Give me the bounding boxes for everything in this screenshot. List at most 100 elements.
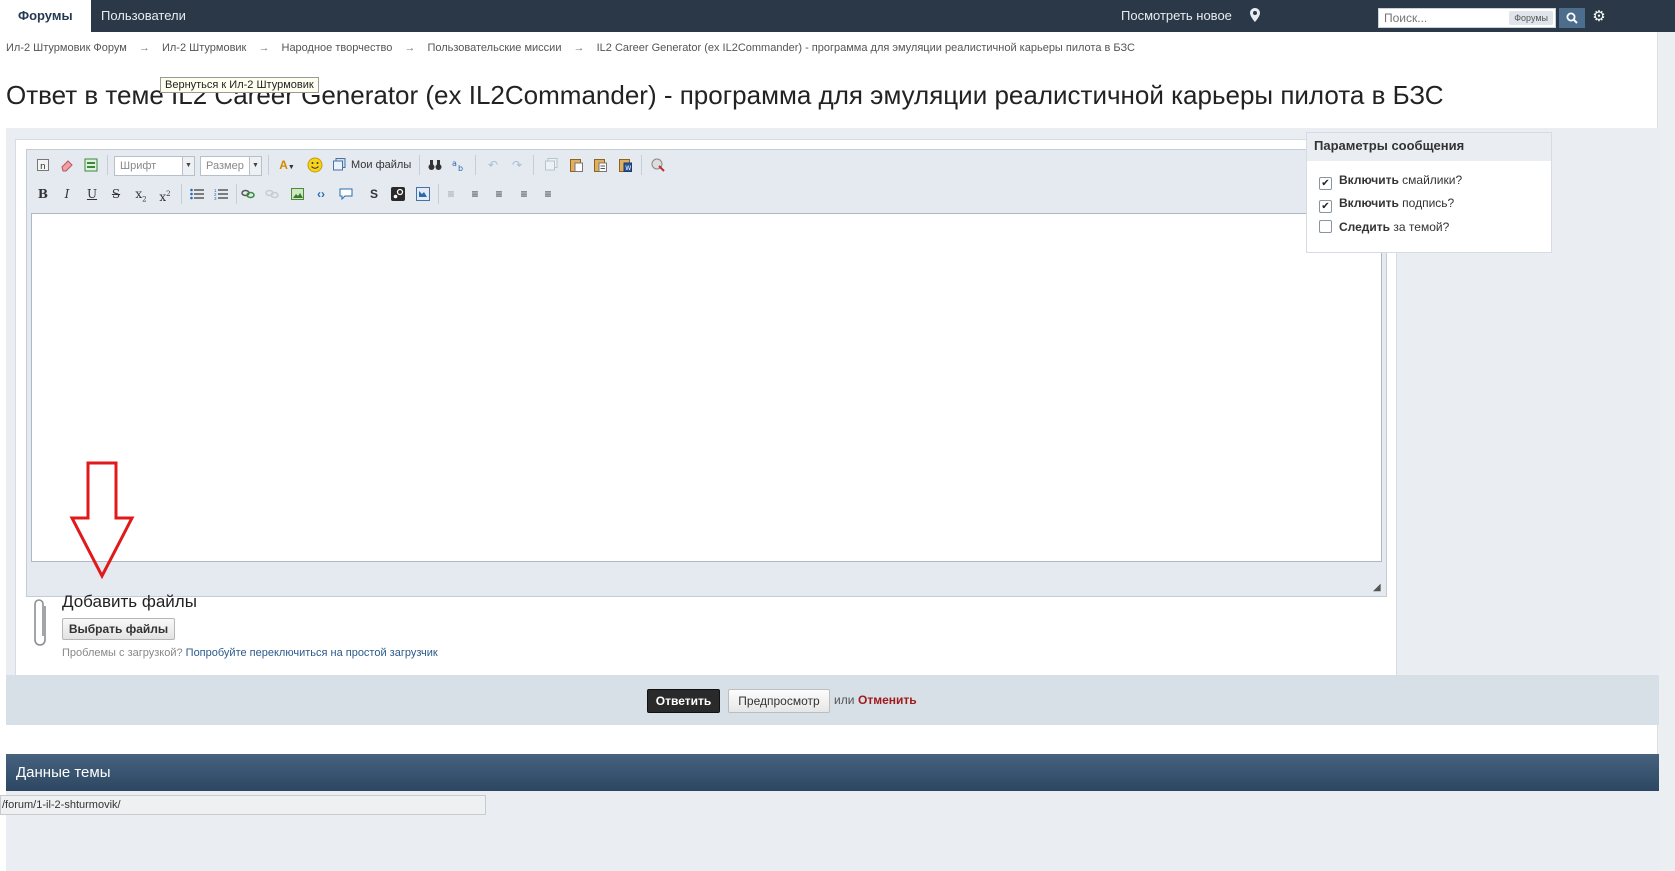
option-label: за темой? xyxy=(1390,220,1450,234)
attachments-title: Добавить файлы xyxy=(62,592,197,611)
gear-icon[interactable]: ⚙ xyxy=(1589,7,1609,27)
bold-icon[interactable]: B xyxy=(33,184,53,204)
breadcrumb-separator: → xyxy=(138,42,150,54)
option-enable-signature[interactable]: ✔ Включить подпись? xyxy=(1319,194,1455,213)
format-block-icon[interactable] xyxy=(81,155,101,175)
subscript-icon[interactable]: x2 xyxy=(131,184,151,204)
breadcrumb-item[interactable]: Народное творчество xyxy=(282,42,393,54)
unlink-icon[interactable] xyxy=(262,184,282,204)
breadcrumb-item[interactable]: Пользовательские миссии xyxy=(427,42,561,54)
paperclip-icon xyxy=(34,599,46,646)
option-label: подпись? xyxy=(1398,196,1455,210)
option-label-bold: Включить xyxy=(1339,173,1399,187)
toolbar-separator xyxy=(533,155,534,175)
source-icon[interactable]: n xyxy=(33,155,53,175)
simple-uploader-link[interactable]: Попробуйте переключиться на простой загр… xyxy=(186,647,438,659)
quote-icon[interactable] xyxy=(336,184,356,204)
search-input[interactable] xyxy=(1379,9,1504,27)
font-select-value: Шрифт xyxy=(120,160,157,172)
post-options-title: Параметры сообщения xyxy=(1307,133,1551,161)
paste-word-icon[interactable]: W xyxy=(615,155,635,175)
paste-text-icon[interactable] xyxy=(590,155,610,175)
search-box: Форумы xyxy=(1378,8,1556,28)
svg-text:b: b xyxy=(458,164,463,172)
option-label-bold: Следить xyxy=(1339,220,1391,234)
breadcrumb-tooltip: Вернуться к Ил-2 Штурмовик xyxy=(160,77,319,93)
font-select[interactable]: Шрифт ▼ xyxy=(114,156,195,176)
chevron-down-icon: ▼ xyxy=(182,157,194,175)
bulleted-list-icon[interactable] xyxy=(187,184,207,204)
tab-users[interactable]: Пользователи xyxy=(83,0,204,32)
search-button[interactable] xyxy=(1559,8,1585,28)
size-select[interactable]: Размер ▼ xyxy=(200,156,262,176)
breadcrumb-item[interactable]: Ил-2 Штурмовик xyxy=(162,42,246,54)
align-center-icon[interactable]: ≡ xyxy=(514,184,534,204)
binoculars-icon[interactable] xyxy=(425,155,445,175)
choose-files-button[interactable]: Выбрать файлы xyxy=(62,618,175,640)
status-bar-url: /forum/1-il-2-shturmovik/ xyxy=(0,795,486,815)
align-right-icon[interactable]: ≡ xyxy=(538,184,558,204)
breadcrumb-item[interactable]: IL2 Career Generator (ex IL2Commander) -… xyxy=(597,42,1135,54)
reply-form: n Шрифт ▼ Размер ▼ A▼ Мои файлы a b ↶ ↷ … xyxy=(6,128,1659,708)
toolbar-separator xyxy=(438,184,439,204)
strikethrough-icon[interactable]: S xyxy=(106,184,126,204)
top-navbar: Форумы Пользователи Посмотреть новое Фор… xyxy=(0,0,1675,32)
align-left-icon[interactable]: ≡ xyxy=(489,184,509,204)
option-enable-emoticons[interactable]: ✔ Включить смайлики? xyxy=(1319,171,1463,190)
size-select-value: Размер xyxy=(206,160,244,172)
topic-data-title: Данные темы xyxy=(16,764,111,781)
code-icon[interactable]: ‹› xyxy=(311,184,331,204)
reply-button[interactable]: Ответить xyxy=(647,689,720,713)
svg-text:n: n xyxy=(40,162,46,171)
link-icon[interactable] xyxy=(238,184,258,204)
resize-grip-icon[interactable]: ◢ xyxy=(1373,583,1383,593)
undo-icon[interactable]: ↶ xyxy=(483,155,503,175)
option-label: смайлики? xyxy=(1398,173,1463,187)
search-scope-badge[interactable]: Форумы xyxy=(1509,11,1553,25)
page-scrollbar[interactable] xyxy=(1657,32,1675,871)
map-marker-icon[interactable] xyxy=(1250,0,1262,32)
toolbar-separator xyxy=(181,184,182,204)
numbered-list-icon[interactable]: 123 xyxy=(211,184,231,204)
breadcrumb-separator: → xyxy=(573,42,585,54)
copy-icon[interactable] xyxy=(541,155,561,175)
cancel-link[interactable]: Отменить xyxy=(858,693,917,707)
chevron-down-icon: ▼ xyxy=(249,157,261,175)
redo-icon[interactable]: ↷ xyxy=(507,155,527,175)
remove-format-icon[interactable] xyxy=(648,155,668,175)
breadcrumb-item[interactable]: Ил-2 Штурмовик Форум xyxy=(6,42,127,54)
eraser-icon[interactable] xyxy=(57,155,77,175)
paste-icon[interactable] xyxy=(566,155,586,175)
superscript-icon[interactable]: x2 xyxy=(155,184,175,204)
outdent-icon[interactable]: ≡ xyxy=(441,184,461,204)
signature-checkbox[interactable]: ✔ xyxy=(1319,200,1332,213)
preview-button[interactable]: Предпросмотр xyxy=(728,689,830,713)
underline-icon[interactable]: U xyxy=(82,184,102,204)
spoiler-icon[interactable]: S xyxy=(364,184,384,204)
tab-forums[interactable]: Форумы xyxy=(0,0,91,32)
emoticon-icon[interactable] xyxy=(305,155,325,175)
image-icon[interactable] xyxy=(287,184,307,204)
italic-icon[interactable]: I xyxy=(57,184,77,204)
toolbar-separator xyxy=(475,155,476,175)
emoticons-checkbox[interactable]: ✔ xyxy=(1319,177,1332,190)
post-options-panel: Параметры сообщения ✔ Включить смайлики? … xyxy=(1306,132,1552,253)
view-new-link[interactable]: Посмотреть новое xyxy=(1121,0,1232,32)
breadcrumb-separator: → xyxy=(404,42,416,54)
replace-icon[interactable]: ab xyxy=(449,155,469,175)
post-body-input[interactable] xyxy=(31,213,1382,562)
my-files-icon[interactable] xyxy=(332,155,346,175)
media-icon[interactable] xyxy=(413,184,433,204)
svg-text:a: a xyxy=(452,159,457,168)
or-text: или xyxy=(834,693,855,707)
my-files-button[interactable]: Мои файлы xyxy=(351,155,411,175)
indent-icon[interactable]: ≡ xyxy=(465,184,485,204)
toolbar-separator xyxy=(641,155,642,175)
follow-topic-checkbox[interactable] xyxy=(1319,220,1332,233)
font-color-icon[interactable]: A▼ xyxy=(273,155,301,175)
editor-panel: n Шрифт ▼ Размер ▼ A▼ Мои файлы a b ↶ ↷ … xyxy=(15,139,1397,707)
steam-icon[interactable] xyxy=(388,184,408,204)
search-icon xyxy=(1566,12,1578,24)
option-follow-topic[interactable]: Следить за темой? xyxy=(1319,218,1449,236)
toolbar-separator xyxy=(419,155,420,175)
